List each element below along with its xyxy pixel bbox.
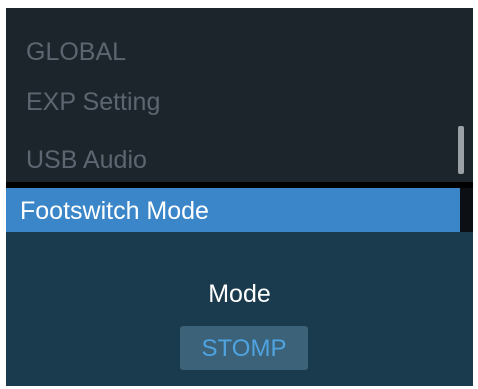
- menu-item-footswitch-mode[interactable]: Footswitch Mode: [6, 188, 460, 232]
- selected-menu-label: Footswitch Mode: [20, 197, 209, 225]
- device-frame: GLOBAL EXP Setting USB Audio Footswitch …: [0, 0, 478, 389]
- setting-panel: Mode STOMP: [6, 232, 473, 386]
- menu-item-usb-audio[interactable]: USB Audio: [26, 146, 147, 175]
- mode-value-selector[interactable]: STOMP: [180, 326, 308, 370]
- device-screen: GLOBAL EXP Setting USB Audio Footswitch …: [6, 8, 473, 386]
- menu-scrollbar[interactable]: [458, 126, 464, 174]
- mode-value-text: STOMP: [201, 335, 287, 362]
- setting-title: Mode: [208, 280, 271, 308]
- selected-bar-edge: [460, 188, 473, 232]
- menu-item-exp-setting[interactable]: EXP Setting: [26, 88, 160, 117]
- menu-item-global[interactable]: GLOBAL: [26, 38, 126, 67]
